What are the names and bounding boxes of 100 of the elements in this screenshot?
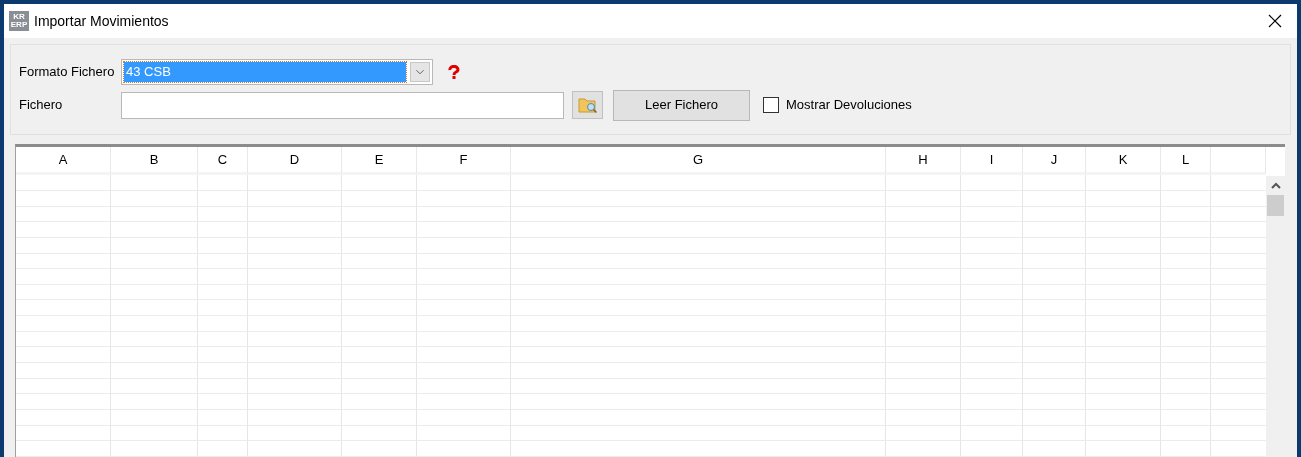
empty-cell [961,222,1023,238]
browse-button[interactable] [572,91,603,119]
empty-cell [1023,300,1086,317]
empty-cell [198,363,248,379]
empty-cell [1161,284,1211,301]
empty-cell [1161,363,1211,379]
empty-cell [198,253,248,270]
close-icon[interactable] [1268,14,1282,28]
empty-cell [1023,425,1086,442]
empty-cell [961,253,1023,270]
empty-cell [198,409,248,426]
empty-cell [961,206,1023,223]
empty-cell [1161,347,1211,364]
column-header[interactable]: J [1023,147,1086,176]
empty-cell [961,191,1023,207]
column-header[interactable]: D [248,147,342,176]
file-path-field[interactable] [121,91,564,119]
empty-cell [1023,347,1086,364]
empty-cell [1023,269,1086,285]
column-header[interactable]: H [886,147,961,176]
empty-cell [961,425,1023,442]
empty-cell [1161,191,1211,207]
empty-cell [961,300,1023,317]
scrollbar-thumb[interactable] [1267,195,1284,216]
empty-cell [1161,175,1211,191]
file-label: Fichero [19,96,64,115]
window-title: Importar Movimientos [34,11,169,31]
empty-cell [1161,331,1211,348]
empty-cell [1161,253,1211,270]
chevron-down-icon [410,61,430,82]
read-file-button[interactable]: Leer Fichero [613,89,750,121]
empty-cell [961,441,1023,457]
empty-cell [198,206,248,223]
empty-cell [961,316,1023,332]
empty-cell [961,269,1023,285]
empty-cell [1023,363,1086,379]
empty-cell [961,175,1023,191]
empty-cell [1161,222,1211,238]
empty-cell [1023,378,1086,395]
empty-cell [1161,300,1211,317]
format-label: Formato Fichero [19,62,116,81]
empty-cell [198,191,248,207]
empty-cell [1023,331,1086,348]
empty-cell [1161,237,1211,254]
empty-cell [198,441,248,457]
column-header[interactable]: K [1086,147,1161,176]
empty-cell [1161,441,1211,457]
show-returns-label: Mostrar Devoluciones [786,96,912,115]
column-header[interactable]: E [342,147,417,176]
empty-cell [1023,175,1086,191]
column-header[interactable]: A [16,147,111,176]
empty-cell [1023,284,1086,301]
empty-cell [961,363,1023,379]
empty-cell [198,394,248,410]
folder-search-icon [577,96,598,114]
empty-cell [1161,269,1211,285]
column-header[interactable]: G [511,147,886,176]
empty-cell [1023,253,1086,270]
empty-column-header [1211,147,1266,176]
empty-cell [961,237,1023,254]
column-header[interactable]: L [1161,147,1211,176]
empty-cell [961,394,1023,410]
empty-cell [1161,378,1211,395]
column-header[interactable]: B [111,147,198,176]
empty-cell [198,425,248,442]
empty-cell [198,331,248,348]
empty-cell [1161,394,1211,410]
vertical-scrollbar[interactable] [1266,176,1285,457]
empty-cell [198,284,248,301]
empty-cell [198,316,248,332]
show-returns-checkbox[interactable] [763,97,779,113]
empty-cell [1161,425,1211,442]
empty-cell [1023,409,1086,426]
column-header[interactable]: F [417,147,511,176]
empty-cell [1023,191,1086,207]
empty-cell [1023,441,1086,457]
empty-cell [1023,222,1086,238]
empty-cell [198,269,248,285]
empty-cell [1161,206,1211,223]
empty-cell [198,347,248,364]
empty-cell [1023,237,1086,254]
empty-cell [961,378,1023,395]
empty-cell [198,378,248,395]
empty-cell [1161,316,1211,332]
empty-cell [198,222,248,238]
empty-cell [1023,316,1086,332]
column-header[interactable]: I [961,147,1023,176]
empty-cell [961,409,1023,426]
column-header[interactable]: C [198,147,248,176]
help-icon[interactable] [447,64,461,79]
empty-cell [198,300,248,317]
empty-cell [1023,394,1086,410]
empty-cell [961,347,1023,364]
scroll-up-icon[interactable] [1270,182,1281,190]
app-logo: KR ERP [9,11,29,31]
empty-cell [961,331,1023,348]
empty-cell [961,284,1023,301]
empty-cell [1161,409,1211,426]
empty-cell [198,175,248,191]
empty-cell [1023,206,1086,223]
